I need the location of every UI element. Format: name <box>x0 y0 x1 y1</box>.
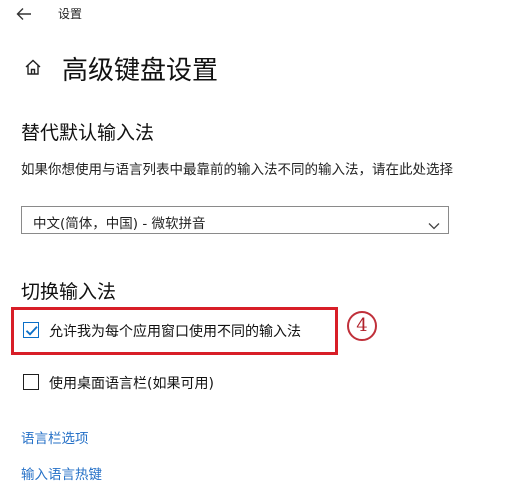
section-title-switch-input: 切换输入法 <box>21 281 117 303</box>
title-bar: 设置 <box>0 0 518 26</box>
home-icon[interactable] <box>24 58 42 76</box>
input-language-hotkeys-link[interactable]: 输入语言热键 <box>21 463 102 483</box>
app-title: 设置 <box>58 7 83 21</box>
section-title-default-input: 替代默认输入法 <box>21 122 155 144</box>
dropdown-selected-value: 中文(简体，中国) - 微软拼音 <box>33 216 206 232</box>
default-input-dropdown[interactable]: 中文(简体，中国) - 微软拼音 <box>21 206 449 234</box>
default-input-description: 如果你想使用与语言列表中最靠前的输入法不同的输入法，请在此处选择 <box>21 162 453 178</box>
language-bar-options-link[interactable]: 语言栏选项 <box>21 427 89 447</box>
desktop-language-bar-label: 使用桌面语言栏(如果可用) <box>49 376 214 392</box>
desktop-language-bar-checkbox[interactable] <box>23 374 39 390</box>
checkmark-icon <box>25 326 38 336</box>
chevron-down-icon <box>428 215 440 230</box>
per-app-input-checkbox[interactable] <box>23 322 39 338</box>
back-arrow-icon[interactable] <box>16 6 32 20</box>
page-title: 高级键盘设置 <box>62 56 219 86</box>
annotation-step-number: 4 <box>347 311 377 341</box>
per-app-input-label: 允许我为每个应用窗口使用不同的输入法 <box>49 324 301 340</box>
